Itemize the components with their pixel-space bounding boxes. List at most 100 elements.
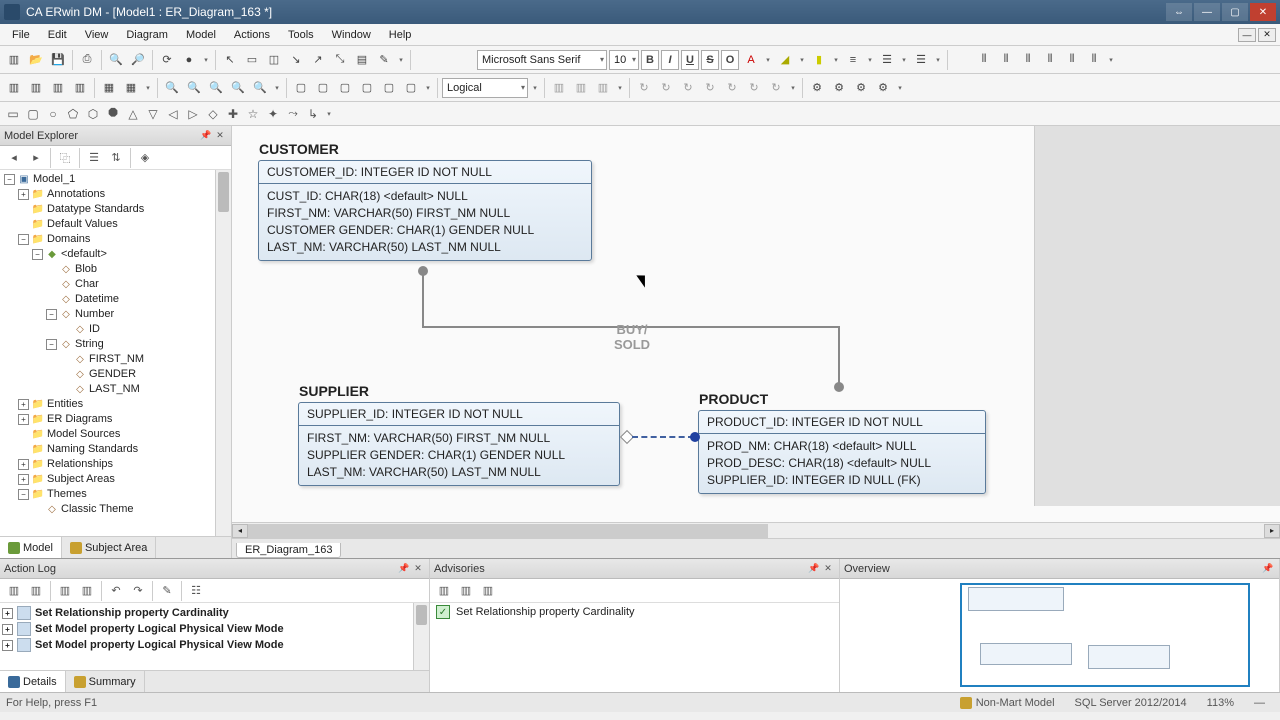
tree-classic-theme[interactable]: Classic Theme (61, 502, 134, 517)
menu-tools[interactable]: Tools (280, 27, 322, 43)
wand-icon[interactable]: ✎ (374, 50, 394, 70)
menu-window[interactable]: Window (324, 27, 379, 43)
shape-cross-icon[interactable]: ✚ (224, 105, 242, 123)
entity-icon[interactable]: ▭ (242, 50, 262, 70)
shape-tri-down-icon[interactable]: ▽ (144, 105, 162, 123)
align-right-icon[interactable]: ⫴ (1018, 50, 1038, 70)
explorer-close-icon[interactable]: ✕ (213, 129, 227, 143)
tb2-btn1[interactable]: ▥ (4, 78, 24, 98)
tree-entities[interactable]: Entities (47, 397, 83, 412)
shape-burst-icon[interactable]: ✦ (264, 105, 282, 123)
zoom-in-icon[interactable]: 🔍 (162, 78, 182, 98)
align-dd[interactable]: ▾ (1106, 50, 1116, 70)
zoom-out-icon[interactable]: 🔍 (184, 78, 204, 98)
explorer-tree[interactable]: −▣Model_1 +📁Annotations 📁Datatype Standa… (0, 170, 231, 536)
sync6-icon[interactable]: ↻ (744, 78, 764, 98)
db3-icon[interactable]: ▥ (593, 78, 613, 98)
gear2-icon[interactable]: ⚙ (829, 78, 849, 98)
tree-char[interactable]: Char (75, 277, 99, 292)
tree-er-diagrams[interactable]: ER Diagrams (47, 412, 112, 427)
shape-pentagon-icon[interactable]: ⬠ (64, 105, 82, 123)
tool-dropdown[interactable]: ▾ (396, 50, 406, 70)
group6-icon[interactable]: ▢ (401, 78, 421, 98)
al-btn4[interactable]: ▥ (77, 581, 97, 601)
tree-datetime[interactable]: Datetime (75, 292, 119, 307)
ex-nav-back-icon[interactable]: ◂ (4, 148, 24, 168)
refresh-icon[interactable]: ⟳ (157, 50, 177, 70)
history-dropdown[interactable]: ▾ (201, 50, 211, 70)
overview-canvas[interactable] (840, 579, 1279, 692)
zoom-slider[interactable]: — (1254, 697, 1274, 709)
line-style-dd[interactable]: ▾ (865, 50, 875, 70)
sync5-icon[interactable]: ↻ (722, 78, 742, 98)
highlight-dd[interactable]: ▾ (831, 50, 841, 70)
shape-diamond-icon[interactable]: ◇ (204, 105, 222, 123)
view-icon[interactable]: ◫ (264, 50, 284, 70)
sync-dd[interactable]: ▾ (788, 78, 798, 98)
diagram-tab[interactable]: ER_Diagram_163 (236, 543, 341, 558)
view-mode-dd[interactable]: ▾ (530, 78, 540, 98)
tab-model[interactable]: Model (0, 537, 62, 558)
group2-icon[interactable]: ▢ (313, 78, 333, 98)
group1-icon[interactable]: ▢ (291, 78, 311, 98)
advisories-close-icon[interactable]: ✕ (821, 562, 835, 576)
al-btn7[interactable]: ✎ (157, 581, 177, 601)
font-color-icon[interactable]: A (741, 50, 761, 70)
align-bottom-icon[interactable]: ⫴ (1084, 50, 1104, 70)
list1-icon[interactable]: ☰ (877, 50, 897, 70)
al-btn5[interactable]: ↶ (106, 581, 126, 601)
action-log-pin-icon[interactable]: 📌 (397, 562, 411, 576)
menu-model[interactable]: Model (178, 27, 224, 43)
group-dd[interactable]: ▾ (423, 78, 433, 98)
shape-hexagon-icon[interactable]: ⬡ (84, 105, 102, 123)
menu-file[interactable]: File (4, 27, 38, 43)
shape-octagon-icon[interactable]: ⯃ (104, 105, 122, 123)
shape-line-icon[interactable]: ↳ (304, 105, 322, 123)
al-btn3[interactable]: ▥ (55, 581, 75, 601)
tab-subject-area[interactable]: Subject Area (62, 537, 156, 558)
new-icon[interactable]: ▥ (4, 50, 24, 70)
shape-rect-icon[interactable]: ▭ (4, 105, 22, 123)
adv-btn1[interactable]: ▥ (434, 581, 454, 601)
explorer-scrollbar[interactable] (215, 170, 231, 536)
italic-button[interactable]: I (661, 50, 679, 70)
tree-blob[interactable]: Blob (75, 262, 97, 277)
menu-help[interactable]: Help (381, 27, 420, 43)
zoom-100-icon[interactable]: 🔍 (228, 78, 248, 98)
tree-relationships[interactable]: Relationships (47, 457, 113, 472)
gear3-icon[interactable]: ⚙ (851, 78, 871, 98)
highlight-icon[interactable]: ▮ (809, 50, 829, 70)
advisory-item-1[interactable]: ✓ Set Relationship property Cardinality (430, 603, 839, 621)
menu-diagram[interactable]: Diagram (118, 27, 176, 43)
al-item-3[interactable]: +Set Model property Logical Physical Vie… (2, 637, 427, 653)
align-middle-icon[interactable]: ⫴ (1062, 50, 1082, 70)
line-style-icon[interactable]: ≡ (843, 50, 863, 70)
al-btn1[interactable]: ▥ (4, 581, 24, 601)
minimize-button[interactable]: — (1194, 3, 1220, 21)
tb2-btn5[interactable]: ▦ (99, 78, 119, 98)
tree-themes[interactable]: Themes (47, 487, 87, 502)
explorer-pin-icon[interactable]: 📌 (199, 129, 213, 143)
shape-connector-icon[interactable]: ⤳ (284, 105, 302, 123)
zoom-fit-icon[interactable]: 🔍 (206, 78, 226, 98)
zoom-dd[interactable]: ▾ (272, 78, 282, 98)
tree-domains[interactable]: Domains (47, 232, 90, 247)
diagram-canvas[interactable]: CUSTOMER CUSTOMER_ID: INTEGER ID NOT NUL… (232, 126, 1280, 522)
tb2-btn3[interactable]: ▥ (48, 78, 68, 98)
list1-dd[interactable]: ▾ (899, 50, 909, 70)
sync3-icon[interactable]: ↻ (678, 78, 698, 98)
ex-copy-icon[interactable]: ⿻ (55, 148, 75, 168)
shape-arrow-right-icon[interactable]: ▷ (184, 105, 202, 123)
db2-icon[interactable]: ▥ (571, 78, 591, 98)
tb2-btn6[interactable]: ▦ (121, 78, 141, 98)
tree-first-nm[interactable]: FIRST_NM (89, 352, 144, 367)
align-center-icon[interactable]: ⫴ (996, 50, 1016, 70)
align-left-icon[interactable]: ⫴ (974, 50, 994, 70)
ex-nav-fwd-icon[interactable]: ▸ (26, 148, 46, 168)
list2-dd[interactable]: ▾ (933, 50, 943, 70)
adv-btn2[interactable]: ▥ (456, 581, 476, 601)
scroll-right-button[interactable]: ▸ (1264, 524, 1280, 538)
db1-icon[interactable]: ▥ (549, 78, 569, 98)
link-window-button[interactable]: ⇔ (1166, 3, 1192, 21)
menu-view[interactable]: View (77, 27, 117, 43)
